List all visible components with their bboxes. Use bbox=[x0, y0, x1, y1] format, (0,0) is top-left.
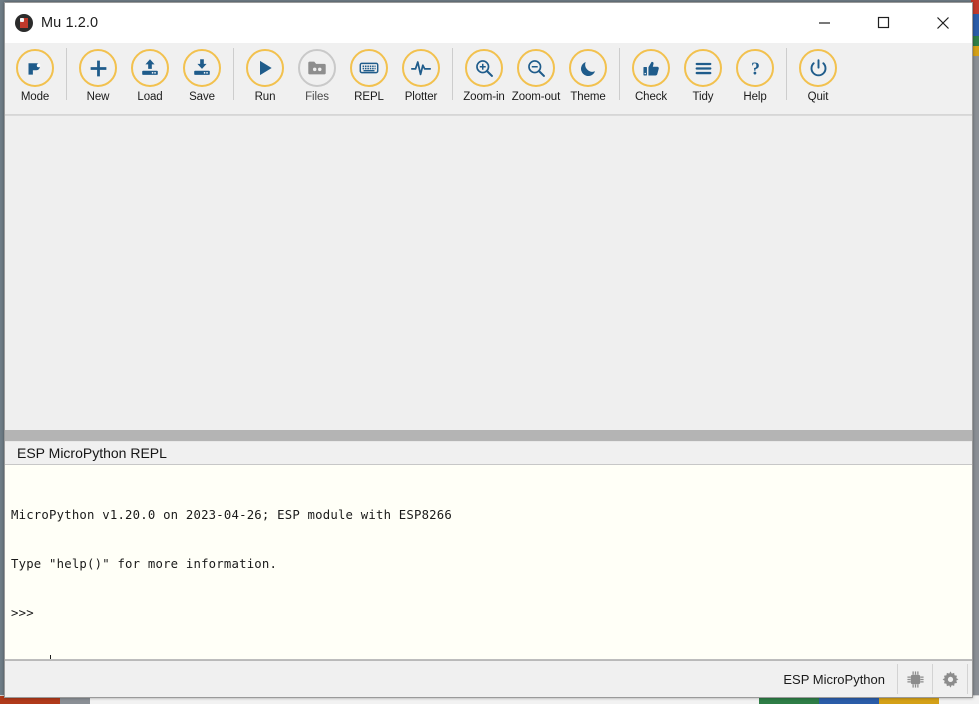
window-title: Mu 1.2.0 bbox=[41, 14, 99, 31]
repl-icon bbox=[350, 49, 388, 87]
load-icon bbox=[131, 49, 169, 87]
toolbar-button-quit[interactable]: Quit bbox=[792, 44, 844, 103]
toolbar-label: Zoom-out bbox=[511, 91, 561, 103]
chip-icon[interactable] bbox=[897, 664, 932, 694]
toolbar-button-files[interactable]: Files bbox=[291, 44, 343, 103]
files-icon bbox=[298, 49, 336, 87]
toolbar-button-check[interactable]: Check bbox=[625, 44, 677, 103]
repl-line: >>> bbox=[11, 606, 42, 621]
mu-application-window: Mu 1.2.0 Mode New Load Save Run Files RE… bbox=[4, 2, 973, 698]
title-bar: Mu 1.2.0 bbox=[5, 3, 972, 43]
pane-splitter[interactable] bbox=[5, 430, 972, 441]
toolbar-button-save[interactable]: Save bbox=[176, 44, 228, 103]
toolbar-label: Zoom-in bbox=[463, 91, 505, 103]
tidy-icon bbox=[684, 49, 722, 87]
toolbar-button-load[interactable]: Load bbox=[124, 44, 176, 103]
toolbar-label: Mode bbox=[20, 91, 50, 103]
mode-icon bbox=[16, 49, 54, 87]
svg-text:?: ? bbox=[751, 58, 760, 78]
toolbar-separator bbox=[66, 48, 67, 100]
toolbar-button-zoom-out[interactable]: Zoom-out bbox=[510, 44, 562, 103]
minimize-icon[interactable] bbox=[795, 3, 854, 42]
toolbar-button-repl[interactable]: REPL bbox=[343, 44, 395, 103]
toolbar-button-new[interactable]: New bbox=[72, 44, 124, 103]
help-icon: ? bbox=[736, 49, 774, 87]
save-icon bbox=[183, 49, 221, 87]
toolbar-label: Check bbox=[634, 91, 668, 103]
repl-line: MicroPython v1.20.0 on 2023-04-26; ESP m… bbox=[11, 508, 452, 523]
repl-header-label: ESP MicroPython REPL bbox=[5, 442, 972, 465]
toolbar-label: Plotter bbox=[404, 91, 438, 103]
toolbar-label: Theme bbox=[570, 91, 606, 103]
maximize-icon[interactable] bbox=[854, 3, 913, 42]
close-icon[interactable] bbox=[913, 3, 972, 42]
repl-line: Type "help()" for more information. bbox=[11, 557, 278, 572]
editor-area[interactable] bbox=[5, 116, 972, 430]
status-bar: ESP MicroPython bbox=[5, 660, 972, 697]
toolbar-separator bbox=[452, 48, 453, 100]
toolbar-label: Files bbox=[305, 91, 329, 103]
toolbar-separator bbox=[233, 48, 234, 100]
toolbar-label: Tidy bbox=[692, 91, 714, 103]
toolbar-label: Help bbox=[743, 91, 767, 103]
toolbar-label: Load bbox=[137, 91, 163, 103]
repl-output[interactable]: MicroPython v1.20.0 on 2023-04-26; ESP m… bbox=[5, 464, 972, 660]
plotter-icon bbox=[402, 49, 440, 87]
new-icon bbox=[79, 49, 117, 87]
main-toolbar: Mode New Load Save Run Files REPL Plotte… bbox=[5, 43, 972, 115]
quit-icon bbox=[799, 49, 837, 87]
zoom-out-icon bbox=[517, 49, 555, 87]
window-controls bbox=[795, 3, 972, 42]
theme-icon bbox=[569, 49, 607, 87]
check-icon bbox=[632, 49, 670, 87]
toolbar-button-plotter[interactable]: Plotter bbox=[395, 44, 447, 103]
toolbar-label: New bbox=[86, 91, 110, 103]
toolbar-button-tidy[interactable]: Tidy bbox=[677, 44, 729, 103]
zoom-in-icon bbox=[465, 49, 503, 87]
toolbar-button-run[interactable]: Run bbox=[239, 44, 291, 103]
mu-logo-icon bbox=[15, 13, 33, 32]
repl-pane: ESP MicroPython REPL MicroPython v1.20.0… bbox=[5, 441, 972, 660]
toolbar-label: REPL bbox=[354, 91, 384, 103]
toolbar-separator bbox=[786, 48, 787, 100]
status-mode-label: ESP MicroPython bbox=[783, 671, 885, 687]
toolbar-label: Run bbox=[254, 91, 276, 103]
toolbar-button-zoom-in[interactable]: Zoom-in bbox=[458, 44, 510, 103]
run-icon bbox=[246, 49, 284, 87]
editor-pane[interactable] bbox=[5, 115, 972, 430]
toolbar-button-theme[interactable]: Theme bbox=[562, 44, 614, 103]
toolbar-label: Quit bbox=[807, 91, 829, 103]
toolbar-label: Save bbox=[189, 91, 215, 103]
gear-icon[interactable] bbox=[932, 664, 968, 694]
toolbar-separator bbox=[619, 48, 620, 100]
toolbar-button-mode[interactable]: Mode bbox=[9, 44, 61, 103]
toolbar-button-help[interactable]: ? Help bbox=[729, 44, 781, 103]
